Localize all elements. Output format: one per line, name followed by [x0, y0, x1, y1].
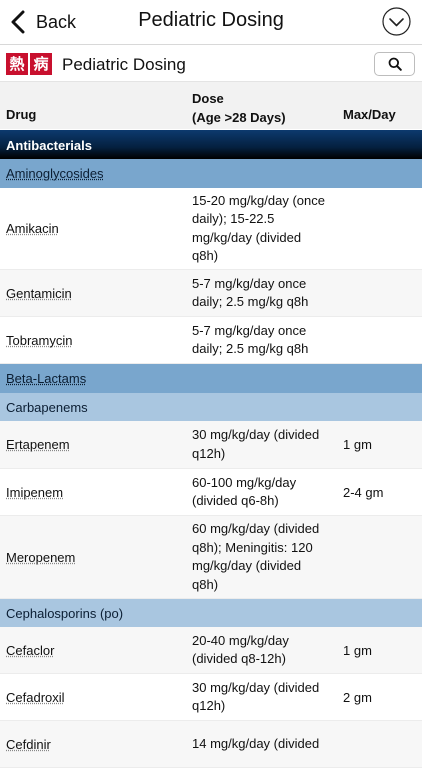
- subgroup-label: Cephalosporins (po): [6, 606, 124, 621]
- drug-dose-line: mg/kg/day (divided: [192, 229, 302, 245]
- search-button[interactable]: [374, 52, 415, 76]
- drug-row[interactable]: Gentamicin 5-7 mg/kg/day once daily; 2.5 m…: [0, 270, 422, 317]
- drug-dose: 60 mg/kg/day (divided q8h); Meningitis: 1…: [192, 520, 338, 594]
- section-title: Pediatric Dosing: [62, 55, 186, 74]
- drug-dose-line: q8h); Meningitis: 120: [192, 539, 313, 555]
- drug-dose-line: daily; 2.5 mg/kg q8h: [192, 341, 309, 356]
- group-label[interactable]: Beta-Lactams: [6, 371, 86, 386]
- drug-dose-line: (divided q6-8h): [192, 493, 279, 508]
- column-header-drug: Drug: [6, 107, 37, 122]
- drug-max-per-day: 1 gm: [343, 437, 372, 452]
- drug-name-link[interactable]: Cefaclor: [6, 643, 54, 658]
- drug-dose-line: q12h): [192, 445, 226, 461]
- drug-dose: 30 mg/kg/day (divided q12h): [192, 426, 338, 463]
- drug-row[interactable]: Tobramycin 5-7 mg/kg/day once daily; 2.5 m…: [0, 317, 422, 364]
- drug-dose-line: daily); 15-22.5: [192, 211, 275, 226]
- drug-dose: 15-20 mg/kg/day (once daily); 15-22.5 mg/k…: [192, 192, 338, 266]
- subgroup-header: Carbapenems: [0, 393, 422, 421]
- drug-row[interactable]: Cefadroxil 30 mg/kg/day (divided q12h) 2 gm: [0, 674, 422, 721]
- drug-dose-line: q8h): [192, 248, 219, 263]
- group-label[interactable]: Aminoglycosides: [6, 166, 104, 181]
- drug-dose-line: 60-100 mg/kg/day: [192, 474, 297, 490]
- subgroup-label: Carbapenems: [6, 400, 88, 415]
- drug-name-link[interactable]: Meropenem: [6, 550, 75, 565]
- drug-dose-line: 60 mg/kg/day (divided: [192, 521, 320, 536]
- drug-row[interactable]: Imipenem 60-100 mg/kg/day (divided q6-8h) 2…: [0, 469, 422, 516]
- drug-dose-line: mg/kg/day (divided: [192, 558, 302, 573]
- group-header[interactable]: Aminoglycosides: [0, 159, 422, 188]
- drug-row[interactable]: Amikacin 15-20 mg/kg/day (once daily); 15-…: [0, 188, 422, 270]
- drug-dose: 60-100 mg/kg/day (divided q6-8h): [192, 474, 338, 511]
- drug-dose-line: 30 mg/kg/day (divided: [192, 427, 320, 442]
- drug-name-link[interactable]: Imipenem: [6, 485, 63, 500]
- drug-dose-line: 15-20 mg/kg/day (once: [192, 192, 325, 208]
- drug-row[interactable]: Ertapenem 30 mg/kg/day (divided q12h) 1 gm: [0, 421, 422, 469]
- drug-name-link[interactable]: Amikacin: [6, 221, 59, 236]
- drug-dose: 5-7 mg/kg/day once daily; 2.5 mg/kg q8h: [192, 275, 338, 312]
- drug-dose-line: q12h): [192, 698, 226, 713]
- app-logo: 熱 病: [6, 53, 52, 75]
- sub-header: 熱 病 Pediatric Dosing: [0, 45, 422, 82]
- drug-max-per-day: 2-4 gm: [343, 484, 384, 500]
- section-header: Antibacterials: [0, 130, 422, 159]
- drug-name-link[interactable]: Tobramycin: [6, 333, 72, 348]
- search-icon: [388, 57, 402, 71]
- logo-char: 病: [30, 53, 52, 75]
- section-label: Antibacterials: [6, 138, 92, 153]
- drug-dose-line: 5-7 mg/kg/day once: [192, 275, 307, 291]
- nav-bar: Back Pediatric Dosing: [0, 0, 422, 45]
- column-header-max: Max/Day: [343, 107, 396, 122]
- drug-dose: 20-40 mg/kg/day (divided q8-12h): [192, 632, 338, 669]
- drug-dose-line: (divided q8-12h): [192, 651, 286, 666]
- drug-name-link[interactable]: Cefdinir: [6, 737, 51, 752]
- column-header-dose-line2: (Age >28 Days): [192, 110, 286, 125]
- column-header-dose: Dose (Age >28 Days): [192, 89, 286, 127]
- drug-name-link[interactable]: Ertapenem: [6, 437, 70, 452]
- chevron-down-circle-icon[interactable]: [382, 7, 411, 36]
- table-header: Drug Dose (Age >28 Days) Max/Day: [0, 82, 422, 129]
- dosing-table: Antibacterials Aminoglycosides Amikacin 15-…: [0, 130, 422, 768]
- drug-max-per-day: 2 gm: [343, 689, 372, 705]
- column-header-dose-line1: Dose: [192, 91, 224, 106]
- subgroup-header: Cephalosporins (po): [0, 599, 422, 627]
- logo-char: 熱: [6, 53, 28, 75]
- drug-dose-line: q8h): [192, 576, 219, 592]
- drug-dose: 14 mg/kg/day (divided: [192, 735, 338, 754]
- drug-dose-line: daily; 2.5 mg/kg q8h: [192, 294, 309, 309]
- drug-max-per-day: 1 gm: [343, 642, 372, 658]
- drug-row[interactable]: Cefaclor 20-40 mg/kg/day (divided q8-12h) 1…: [0, 627, 422, 674]
- drug-dose: 30 mg/kg/day (divided q12h): [192, 679, 338, 716]
- drug-dose: 5-7 mg/kg/day once daily; 2.5 mg/kg q8h: [192, 322, 338, 359]
- drug-row[interactable]: Cefdinir 14 mg/kg/day (divided: [0, 721, 422, 768]
- drug-name-link[interactable]: Gentamicin: [6, 286, 72, 301]
- drug-dose-line: 30 mg/kg/day (divided: [192, 679, 320, 695]
- drug-dose-line: 5-7 mg/kg/day once: [192, 322, 307, 338]
- group-header[interactable]: Beta-Lactams: [0, 364, 422, 393]
- drug-name-link[interactable]: Cefadroxil: [6, 690, 65, 705]
- page-title: Pediatric Dosing: [138, 9, 284, 31]
- drug-dose-line: 14 mg/kg/day (divided: [192, 735, 320, 751]
- drug-dose-line: 20-40 mg/kg/day: [192, 632, 289, 648]
- drug-row[interactable]: Meropenem 60 mg/kg/day (divided q8h); Meni…: [0, 516, 422, 599]
